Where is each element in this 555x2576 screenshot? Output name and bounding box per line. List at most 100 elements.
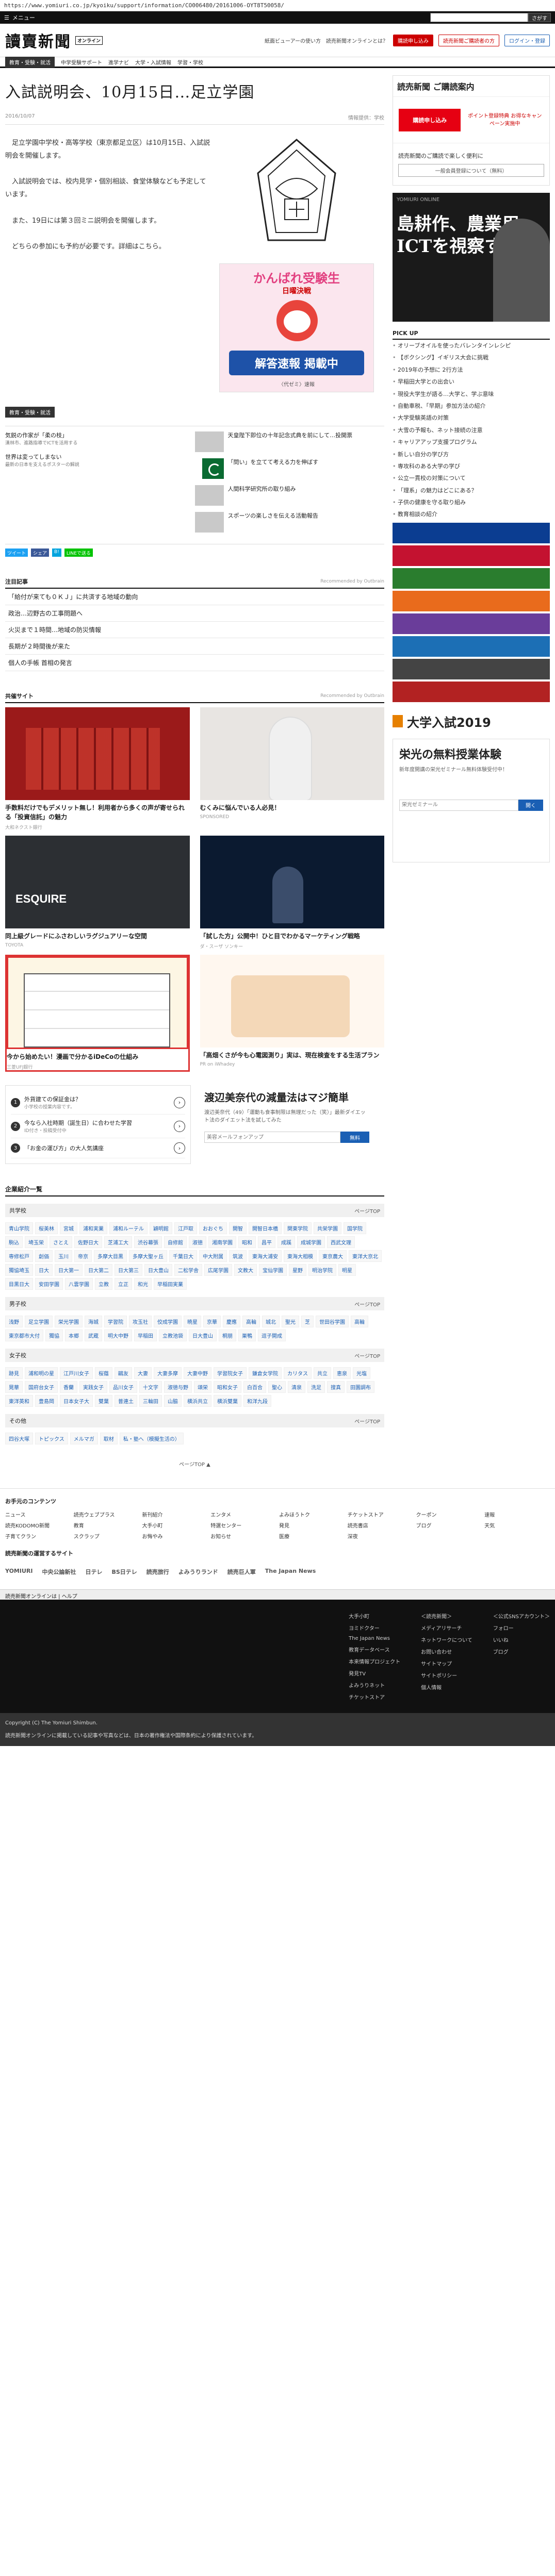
footer-link[interactable]: 速報 [484,1510,550,1518]
school-link[interactable]: おおぐち [199,1222,227,1234]
school-link[interactable]: 宝仙学園 [259,1264,287,1276]
school-link[interactable]: 目黒日大 [5,1278,33,1290]
school-link[interactable]: 立教池袋 [159,1329,187,1341]
school-link[interactable]: 日大第一 [55,1264,83,1276]
side-ad-banner[interactable] [393,658,550,679]
footer-link[interactable]: 読売KODOMO新聞 [5,1521,71,1529]
school-link[interactable]: 芝浦工大 [104,1236,132,1248]
footer-link[interactable]: 天気 [484,1521,550,1529]
school-link[interactable]: 日大第三 [115,1264,142,1276]
school-link[interactable]: 日大豊山 [144,1264,172,1276]
group-logo[interactable]: 日テレ [85,1568,102,1576]
group-logo[interactable]: 中央公論新社 [42,1568,76,1576]
school-link[interactable]: 多摩大聖ヶ丘 [129,1250,167,1262]
footer-link[interactable]: ブログ [416,1521,482,1529]
list-item[interactable]: 長期が２時間後が来た [5,638,384,655]
group-logo[interactable]: 読売旅行 [146,1568,169,1576]
school-link[interactable]: 文教大 [234,1264,257,1276]
school-link[interactable]: 大妻中野 [184,1367,211,1379]
magazine-input[interactable] [204,1132,340,1143]
school-link[interactable]: 巣鴨 [238,1329,256,1341]
school-link[interactable]: 穎明館 [150,1222,172,1234]
school-link[interactable]: 東洋大京北 [349,1250,382,1262]
group-logo[interactable]: YOMIURI [5,1568,32,1576]
school-link[interactable]: 明星 [338,1264,356,1276]
pickup-item[interactable]: オリーブオイルを使ったバレンタインレシピ [393,340,550,352]
school-link[interactable]: 慶應 [223,1316,240,1327]
school-link[interactable]: 開智日本橋 [249,1222,282,1234]
pickup-item[interactable]: 大学受験英語の対策 [393,412,550,424]
school-link[interactable]: 東洋英和 [5,1395,33,1407]
search-button[interactable]: さがす [528,13,551,22]
school-link[interactable]: カリタス [284,1367,312,1379]
footer-link[interactable]: チケットストア [348,1510,413,1518]
school-link[interactable]: 立正 [115,1278,132,1290]
footer-dark-link[interactable]: The Japan News [349,1634,400,1643]
school-link[interactable]: 成城学園 [297,1236,325,1248]
footer-dark-link[interactable]: 大手小町 [349,1610,400,1622]
school-link[interactable]: 玉川 [55,1250,72,1262]
footer-link[interactable]: 医療 [279,1532,345,1540]
pickup-item[interactable]: 教育相談の紹介 [393,508,550,520]
school-link[interactable]: 栄光学園 [55,1316,83,1327]
line-share-button[interactable]: LINEで送る [64,549,93,557]
member-register-button[interactable]: 一般会員登録について（無料） [398,164,544,177]
footer-link[interactable]: お悔やみ [142,1532,208,1540]
school-link[interactable]: 浅野 [5,1316,23,1327]
school-link[interactable]: 香蘭 [60,1381,77,1393]
sponsored-card[interactable]: むくみに悩んでいる人必見！ SPONSORED [200,707,384,830]
school-link[interactable]: 立教 [95,1278,112,1290]
related-item[interactable]: 天皇陛下即位の十年記念式典を前にして…投開票 [194,431,385,452]
school-link[interactable]: メルマガ [70,1433,98,1444]
school-link[interactable]: 鎌倉女学院 [249,1367,282,1379]
exam-2019-banner[interactable]: 大学入試2019 [393,712,550,730]
school-link[interactable]: 浦和ルーテル [109,1222,148,1234]
hatena-share-button[interactable]: B! [52,549,61,557]
school-link[interactable]: 搜真 [327,1381,345,1393]
footer-dark-link[interactable]: チケットストア [349,1691,400,1703]
school-link[interactable]: 早稲田実業 [154,1278,187,1290]
school-link[interactable]: 跡見 [5,1367,23,1379]
school-link[interactable]: 開智 [229,1222,247,1234]
school-link[interactable]: 自修館 [164,1236,187,1248]
sponsored-card[interactable]: 手数料だけでもデメリット無し！利用者から多くの声が寄せられる「投資信託」の魅力 … [5,707,190,830]
quiz-item[interactable]: 2 今なら入社時期（誕生日）に合わせた学習 ID付き・投稿受付中 › [11,1115,185,1138]
school-link[interactable]: 高輪 [351,1316,368,1327]
school-link[interactable]: 晃華 [5,1381,23,1393]
list-item[interactable]: 政治…辺野古の工事問題へ [5,605,384,622]
school-link[interactable]: 桜蔭 [95,1367,112,1379]
footer-dark-link[interactable]: 発見TV [349,1667,400,1679]
site-logo[interactable]: 讀賣新聞 オンライン [5,29,103,52]
viewer-guide-link[interactable]: 紙面ビューアーの使い方 [265,37,321,44]
footer-dark-link[interactable]: ＜読売新聞＞ [421,1610,472,1622]
footer-dark-link[interactable]: いいね [493,1634,550,1646]
school-link[interactable]: 国学院 [344,1222,366,1234]
school-link[interactable]: 学習院 [104,1316,127,1327]
school-link[interactable]: 早稲田 [134,1329,157,1341]
related-item[interactable]: 人間科学研究所の取り組み [194,485,385,506]
eikou-button[interactable]: 開く [518,799,543,811]
school-link[interactable]: 普連土 [115,1395,137,1407]
group-logo[interactable]: The Japan News [265,1568,316,1576]
school-link[interactable]: 頌栄 [194,1381,211,1393]
school-link[interactable]: 江戸取 [174,1222,197,1234]
school-link[interactable]: 共立 [314,1367,331,1379]
school-link[interactable]: 和光 [134,1278,152,1290]
pickup-item[interactable]: 子供の健康を守る取り組み [393,496,550,508]
school-link[interactable]: 多摩大目黒 [94,1250,127,1262]
school-link[interactable]: 浦和実業 [79,1222,107,1234]
footer-dark-link[interactable]: 個人情報 [421,1681,472,1693]
school-link[interactable]: 東海大浦安 [249,1250,282,1262]
help-bar[interactable]: 読売新聞オンラインは | ヘルプ [0,1589,555,1600]
school-link[interactable]: 安田学園 [35,1278,63,1290]
footer-link[interactable]: 読売書店 [348,1521,413,1529]
school-link[interactable]: 学習院女子 [214,1367,247,1379]
page-top-link[interactable]: ページTOP [354,1300,380,1308]
nav-item-shingaku[interactable]: 進学ナビ [108,58,129,66]
related-item[interactable]: 気鋭の作家が「柔の枝」 漢林市、進路指導でICTを活用する [5,431,195,447]
search-input[interactable] [430,13,528,22]
school-link[interactable]: 成蹊 [278,1236,295,1248]
school-link[interactable]: 攻玉社 [129,1316,152,1327]
footer-link[interactable]: 読売ウェブプラス [74,1510,139,1518]
pickup-item[interactable]: 専攻科のある大学の学び [393,460,550,472]
